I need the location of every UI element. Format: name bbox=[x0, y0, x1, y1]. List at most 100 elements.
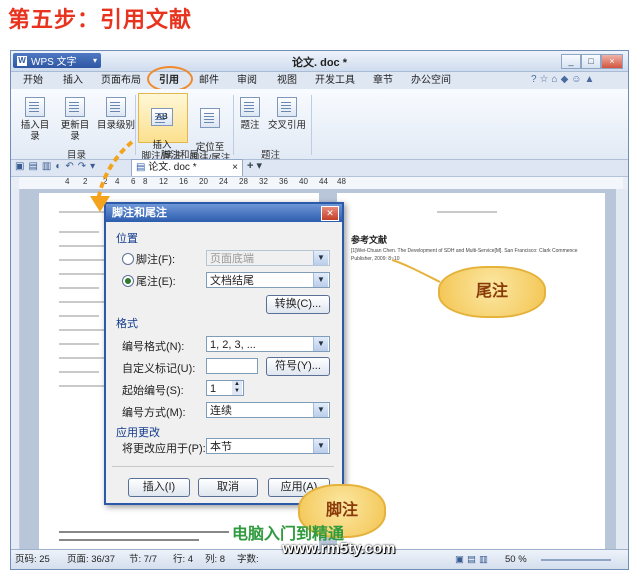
custom-mark-label: 自定义标记(U): bbox=[122, 363, 196, 375]
cross-ref-button[interactable]: 交叉引用 bbox=[267, 97, 307, 131]
start-at-value: 1 bbox=[210, 383, 217, 395]
ruler-tick: 44 bbox=[319, 177, 328, 186]
section-apply: 应用更改 bbox=[116, 427, 160, 439]
caption-icon bbox=[240, 97, 260, 117]
cross-ref-label: 交叉引用 bbox=[267, 120, 306, 131]
ruler-tick: 12 bbox=[159, 177, 168, 186]
section-format: 格式 bbox=[116, 318, 138, 330]
minimize-button[interactable]: _ bbox=[561, 54, 581, 69]
tab-mailings[interactable]: 邮件 bbox=[197, 74, 221, 88]
insert-button[interactable]: 插入(I) bbox=[128, 478, 190, 497]
ruler-tick: 2 bbox=[103, 177, 108, 186]
ruler-tick: 8 bbox=[143, 177, 148, 186]
chevron-down-icon: ▼ bbox=[313, 273, 328, 287]
caption-button[interactable]: 题注 bbox=[237, 97, 263, 131]
doc-tab-label: 论文. doc * bbox=[148, 162, 197, 173]
endnote-radio[interactable] bbox=[122, 275, 134, 287]
apply-to-select[interactable]: 本节 ▼ bbox=[206, 438, 330, 454]
maximize-button[interactable]: □ bbox=[581, 54, 601, 69]
numbering-select[interactable]: 连续 ▼ bbox=[206, 402, 330, 418]
watermark-url: www.rm5ty.com bbox=[282, 540, 396, 557]
start-at-label: 起始编号(S): bbox=[122, 385, 184, 397]
toc-level-button[interactable]: 目录级别 bbox=[97, 97, 135, 131]
tab-office-space[interactable]: 办公空间 bbox=[409, 74, 453, 88]
start-at-stepper[interactable]: 1 ▲ ▼ bbox=[206, 380, 244, 396]
doc-icon: ▤ bbox=[136, 162, 146, 173]
divider bbox=[112, 466, 334, 467]
ruler-tick: 4 bbox=[65, 177, 70, 186]
footnote-label: 脚注(F): bbox=[136, 254, 176, 266]
number-format-label: 编号格式(N): bbox=[122, 341, 185, 353]
ribbon-separator bbox=[233, 95, 234, 155]
text-line bbox=[59, 287, 99, 289]
tab-view[interactable]: 视图 bbox=[275, 74, 299, 88]
ruler-tick: 6 bbox=[131, 177, 136, 186]
caption-label: 题注 bbox=[240, 120, 260, 131]
symbol-button[interactable]: 符号(Y)... bbox=[266, 357, 330, 376]
goto-footnote-icon bbox=[200, 108, 220, 128]
status-row: 行: 4 bbox=[173, 554, 194, 565]
zoom-slider[interactable] bbox=[541, 559, 611, 561]
cancel-button[interactable]: 取消 bbox=[198, 478, 258, 497]
footnote-line bbox=[59, 539, 199, 541]
status-page: 页码: 25 bbox=[15, 554, 50, 565]
quick-icons: ?☆⌂◆☺▲ bbox=[531, 74, 598, 85]
footnote-endnote-dialog: 脚注和尾注 ✕ 位置 脚注(F): 页面底端 ▼ 尾注(E): 文档结尾 ▼ 转… bbox=[104, 202, 344, 505]
endnote-position-select[interactable]: 文档结尾 ▼ bbox=[206, 272, 330, 288]
custom-mark-input[interactable] bbox=[206, 358, 258, 374]
zoom-level[interactable]: 50 % bbox=[505, 550, 527, 569]
ruler-tick: 16 bbox=[179, 177, 188, 186]
ruler-tick: 24 bbox=[219, 177, 228, 186]
insert-toc-icon bbox=[25, 97, 45, 117]
close-window-button[interactable]: × bbox=[601, 54, 623, 69]
page-title: 第五步：引用文献 bbox=[8, 7, 193, 32]
vertical-scrollbar[interactable] bbox=[615, 189, 628, 549]
spinner-icon[interactable]: ▲ ▼ bbox=[232, 381, 242, 395]
insert-toc-label: 插入目录 bbox=[20, 120, 50, 142]
tab-chapter[interactable]: 章节 bbox=[371, 74, 395, 88]
tab-insert[interactable]: 插入 bbox=[61, 74, 85, 88]
ribbon-separator bbox=[311, 95, 312, 155]
toc-level-icon bbox=[106, 97, 126, 117]
text-line bbox=[59, 245, 109, 247]
tab-page-layout[interactable]: 页面布局 bbox=[99, 74, 143, 88]
close-tab-icon[interactable]: × bbox=[232, 160, 238, 175]
text-line bbox=[59, 315, 99, 317]
tab-home[interactable]: 开始 bbox=[21, 74, 45, 88]
tab-review[interactable]: 审阅 bbox=[235, 74, 259, 88]
doc-tab[interactable]: ▤ 论文. doc * × bbox=[131, 159, 243, 176]
dialog-title-bar[interactable]: 脚注和尾注 bbox=[106, 204, 342, 222]
tab-developer[interactable]: 开发工具 bbox=[313, 74, 357, 88]
number-format-select[interactable]: 1, 2, 3, ... ▼ bbox=[206, 336, 330, 352]
numbering-label: 编号方式(M): bbox=[122, 407, 186, 419]
header-line bbox=[437, 211, 497, 213]
apply-to-label: 将更改应用于(P): bbox=[122, 443, 206, 455]
insert-footnote-icon: AB bbox=[151, 108, 173, 126]
cross-ref-icon bbox=[277, 97, 297, 117]
ruler-tick: 36 bbox=[279, 177, 288, 186]
convert-button[interactable]: 转换(C)... bbox=[266, 295, 330, 314]
text-line bbox=[59, 357, 107, 359]
text-line bbox=[59, 231, 99, 233]
number-format-value: 1, 2, 3, ... bbox=[210, 339, 256, 351]
view-mode-icons[interactable]: ▣▤▥ bbox=[455, 550, 491, 569]
quick-access-icons[interactable]: ▣▤▥◐↶↷▾ bbox=[15, 161, 99, 172]
footnote-position-value: 页面底端 bbox=[210, 253, 254, 265]
dialog-title: 脚注和尾注 bbox=[112, 207, 167, 219]
insert-toc-button[interactable]: 插入目录 bbox=[17, 97, 53, 142]
endnote-label: 尾注(E): bbox=[136, 276, 176, 288]
endnote-position-value: 文档结尾 bbox=[210, 275, 254, 287]
status-col: 列: 8 bbox=[205, 554, 226, 565]
quick-toolbar: ▣▤▥◐↶↷▾ bbox=[11, 160, 628, 177]
dialog-close-button[interactable]: ✕ bbox=[321, 206, 339, 221]
update-toc-button[interactable]: 更新目录 bbox=[57, 97, 93, 142]
footnote-radio[interactable] bbox=[122, 253, 134, 265]
vertical-ruler[interactable] bbox=[11, 189, 20, 549]
section-position: 位置 bbox=[116, 233, 138, 245]
reference-entry: [1]Wei-Chuan Chen. The Development of SD… bbox=[351, 248, 578, 262]
toc-level-label: 目录级别 bbox=[97, 120, 136, 131]
status-pages: 页面: 36/37 bbox=[67, 554, 116, 565]
new-tab-button[interactable]: + ▾ bbox=[247, 159, 262, 172]
text-line bbox=[59, 259, 104, 261]
ruler-tick: 32 bbox=[259, 177, 268, 186]
